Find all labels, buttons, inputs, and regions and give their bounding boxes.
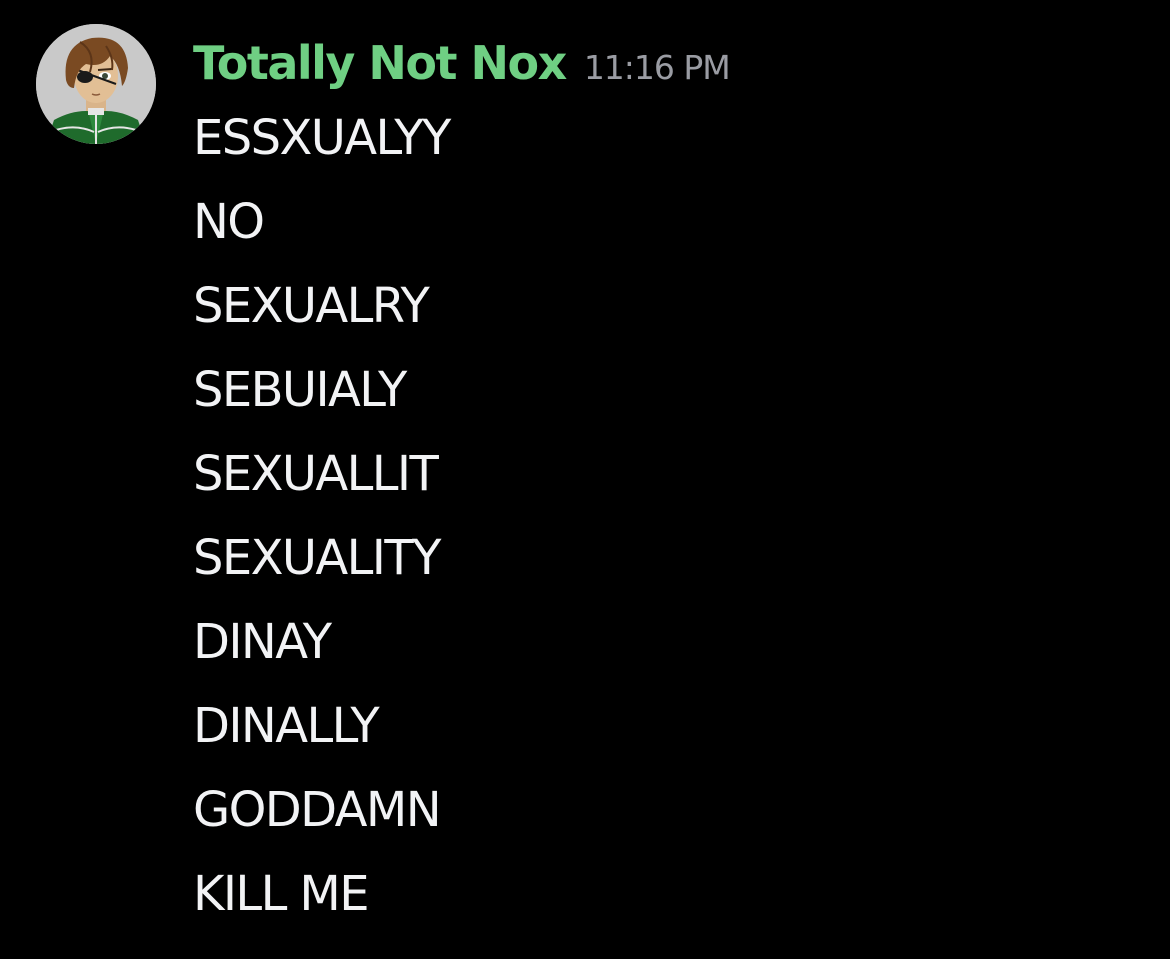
message-timestamp: 11:16 PM: [583, 48, 731, 87]
message-line: SEXUALITY: [193, 530, 441, 586]
message-line: KILL ME: [193, 866, 370, 922]
author-name[interactable]: Totally Not Nox: [193, 36, 567, 90]
avatar[interactable]: [36, 24, 156, 144]
message-line: SEXUALRY: [193, 278, 430, 334]
message-line: ESSXUALYY: [193, 110, 451, 166]
message-line: GODDAMN: [193, 782, 442, 838]
message-line: DINAY: [193, 614, 332, 670]
message-line: DINALLY: [193, 698, 380, 754]
message-header: Totally Not Nox 11:16 PM: [193, 30, 731, 96]
message-content: ESSXUALYY NO SEXUALRY SEBUIALY SEXUALLIT…: [193, 96, 451, 936]
message-line: SEXUALLIT: [193, 446, 439, 502]
message-line: SEBUIALY: [193, 362, 407, 418]
message-line: NO: [193, 194, 265, 250]
chat-message: Totally Not Nox 11:16 PM ESSXUALYY NO SEX…: [0, 0, 1170, 959]
anime-character-avatar-icon: [36, 24, 156, 144]
